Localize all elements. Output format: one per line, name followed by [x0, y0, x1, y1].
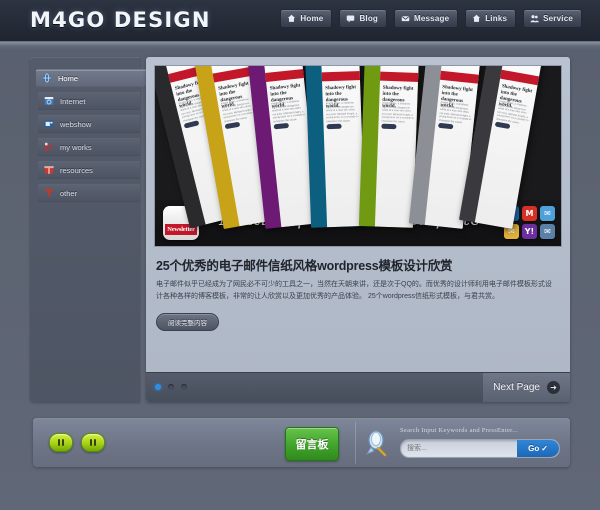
globe-icon [42, 73, 52, 83]
gmail-icon: M [522, 206, 537, 221]
nav-button-message[interactable]: Message [394, 9, 459, 28]
site-logo[interactable]: M4GO DESIGN [30, 8, 211, 32]
sidebar-item-other[interactable]: other [38, 184, 140, 202]
nav-button-blog[interactable]: Blog [339, 9, 388, 28]
home-icon [287, 14, 296, 23]
check-icon: ✓ [541, 444, 548, 453]
message-board-button[interactable]: 留言板 [285, 427, 339, 461]
arrow-right-icon: ➜ [547, 381, 560, 394]
article-body: 电子邮件似乎已经成为了网民必不可少的工具之一，当然在天朝来讲，还是次于QQ的。而… [156, 281, 552, 300]
search-area: Search Input Keywords and PressEnter... … [355, 422, 568, 464]
next-page-button[interactable]: Next Page ➜ [483, 373, 570, 402]
sidebar-item-label: other [60, 188, 78, 198]
sidebar-item-my-works[interactable]: my works [38, 138, 140, 156]
sidebar-item-label: my works [60, 142, 92, 152]
card-text: Knight Rider, a shadowy flight into the … [271, 99, 306, 124]
go-label: Go [528, 444, 540, 453]
card-button [326, 123, 342, 130]
sidebar-item-home[interactable]: Home [36, 69, 162, 87]
nav-button-label: Service [543, 14, 573, 23]
yahoo-mail-icon: Y! [522, 224, 537, 239]
tools-icon [44, 142, 54, 152]
browser-icon [44, 96, 54, 106]
next-page-label: Next Page [493, 382, 540, 393]
nav-button-service[interactable]: Service [523, 9, 582, 28]
pause-icon [62, 439, 64, 446]
read-more-button[interactable]: 阅读完整内容 [156, 313, 219, 331]
search-input[interactable] [401, 441, 517, 456]
card-stripe [321, 70, 362, 82]
sidebar-item-internet[interactable]: Internet [38, 92, 140, 110]
pause-button-1[interactable] [49, 433, 73, 452]
hero-carousel[interactable]: Shadowy fight into the dangerous world. K… [154, 65, 562, 247]
home-icon [472, 14, 481, 23]
envelope-icon [401, 14, 410, 23]
nav-button-label: Message [414, 14, 450, 23]
sidebar-item-resources[interactable]: resources [38, 161, 140, 179]
window-icon [44, 119, 54, 129]
carousel-pager: Next Page ➜ [146, 372, 570, 402]
funnel-icon [44, 188, 54, 198]
sidebar-item-label: webshow [60, 119, 92, 129]
pause-icon [90, 439, 92, 446]
search-go-button[interactable]: Go ✓ [517, 440, 559, 457]
content-panel: Shadowy fight into the dangerous world. K… [146, 57, 570, 402]
search-hint-label: Search Input Keywords and PressEnter... [400, 427, 519, 434]
header-bar: M4GO DESIGN Home Blog Message Links Service [0, 0, 600, 42]
card-text: Knight Rider, a shadowy flight into the … [381, 101, 414, 124]
sidebar-item-label: resources [60, 165, 93, 175]
magnifier-icon [365, 430, 387, 457]
pause-button-2[interactable] [81, 433, 105, 452]
pager-dots [155, 384, 187, 390]
nav-button-label: Home [300, 14, 324, 23]
footer-bar: 留言板 Search Input Keywords and PressEnter… [33, 418, 570, 467]
people-icon [530, 14, 539, 23]
card-text: Knight Rider, a shadowy flight into the … [325, 101, 359, 124]
hero-template-card: Shadowy fight into the dangerous world. K… [305, 66, 366, 228]
article-title[interactable]: 25个优秀的电子邮件信纸风格wordpress模板设计欣赏 [156, 255, 556, 274]
card-text: Knight Rider, a shadowy flight into the … [438, 100, 472, 125]
page-root: M4GO DESIGN Home Blog Message Links Service … [0, 0, 600, 510]
pager-dot-2[interactable] [168, 384, 174, 390]
box-icon [44, 165, 54, 175]
comment-icon [346, 14, 355, 23]
apple-mail-icon: ✉ [540, 206, 555, 221]
search-bar: Go ✓ [400, 439, 560, 458]
card-button [381, 123, 397, 130]
pager-dot-3[interactable] [181, 384, 187, 390]
nav-button-label: Blog [359, 14, 379, 23]
nav-button-label: Links [485, 14, 508, 23]
nav-button-home[interactable]: Home [280, 9, 333, 28]
sidebar-item-label: Home [58, 73, 79, 83]
card-stripe [379, 71, 419, 82]
pager-dot-1[interactable] [155, 384, 161, 390]
sidebar-item-label: Internet [60, 96, 86, 106]
sidebar-item-webshow[interactable]: webshow [38, 115, 140, 133]
top-navigation: Home Blog Message Links Service [280, 9, 582, 28]
header-sheen [0, 41, 600, 50]
nav-button-links[interactable]: Links [465, 9, 517, 28]
pause-icon [58, 439, 60, 446]
mail-app-icon: ✉ [540, 224, 555, 239]
sidebar-menu: Home Internet webshow my works resources othe… [30, 57, 162, 402]
pause-icon [94, 439, 96, 446]
